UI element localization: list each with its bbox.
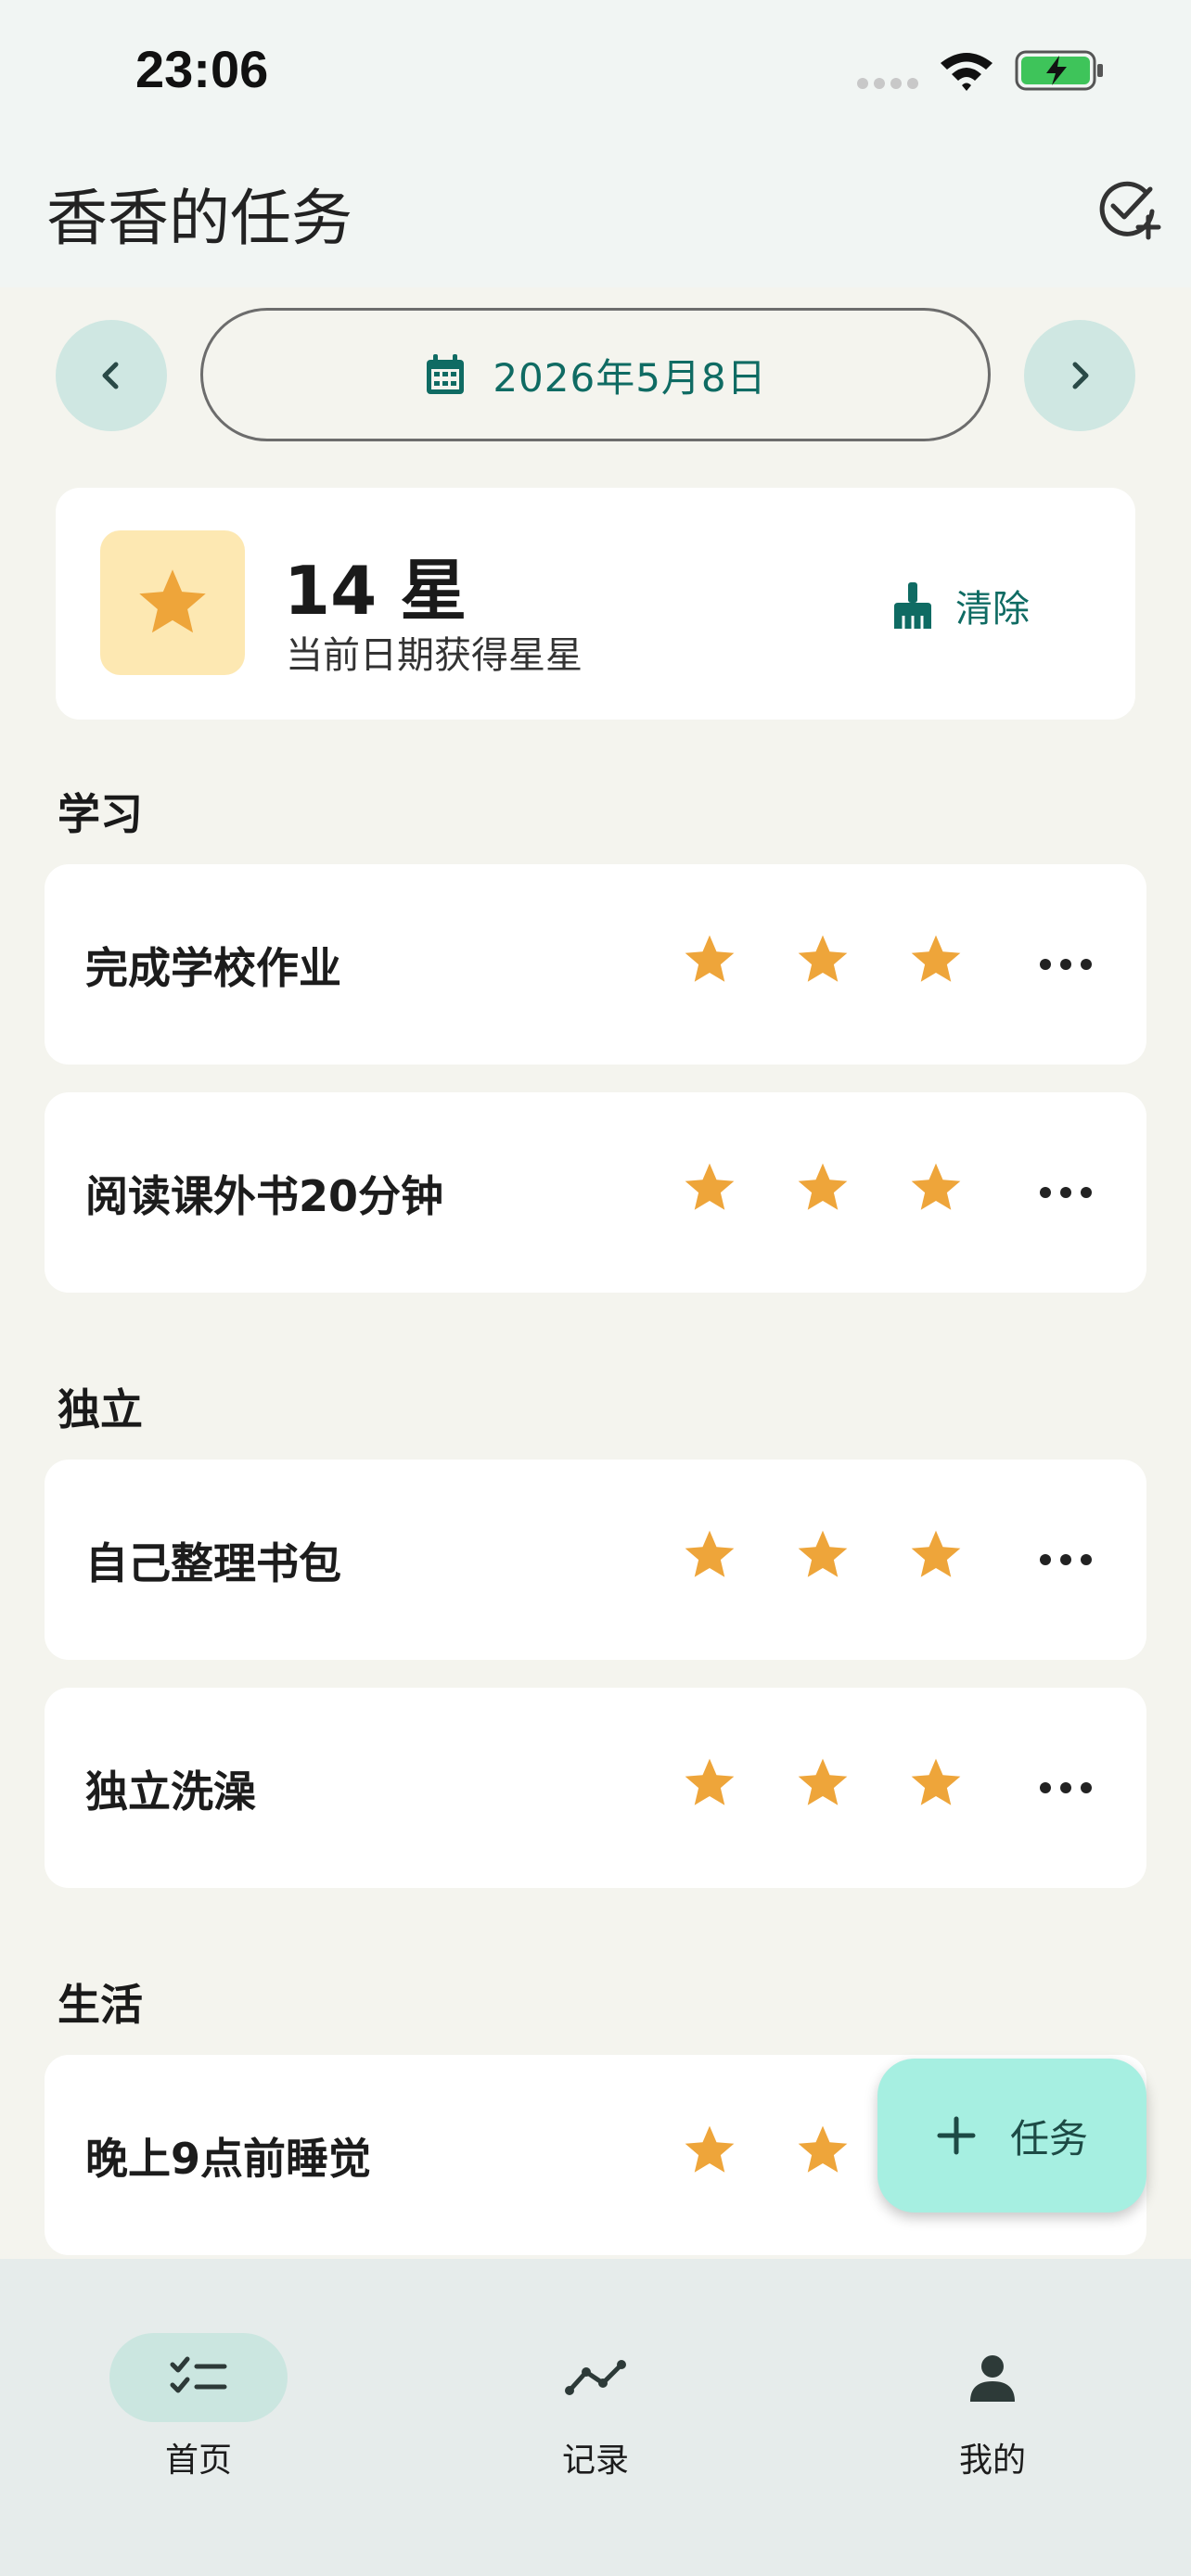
task-name: 晚上9点前睡觉 [85,2134,372,2184]
task-row[interactable]: 自己整理书包 [45,1460,1146,1660]
section-title-study: 学习 [58,789,143,839]
more-options-icon[interactable] [1033,1178,1098,1207]
chevron-right-icon [1072,362,1089,389]
add-task-icon[interactable] [1095,174,1161,241]
star-icon[interactable] [907,1159,965,1217]
star-icon[interactable] [794,1526,852,1584]
nav-item-records[interactable]: 记录 [456,2296,735,2480]
broom-icon [894,582,931,629]
clear-label: 清除 [955,588,1030,631]
wifi-icon [941,53,992,91]
star-icon[interactable] [794,1754,852,1812]
star-icon[interactable] [681,1754,738,1812]
star-icon[interactable] [907,1526,965,1584]
plus-icon [937,2116,976,2155]
more-options-icon[interactable] [1033,1773,1098,1803]
task-name: 独立洗澡 [85,1766,256,1817]
nav-icon-wrap [903,2333,1082,2422]
task-list-icon [170,2356,227,2393]
task-name: 阅读课外书20分钟 [85,1171,444,1221]
task-star-rating[interactable] [681,1754,965,1812]
section-title-life: 生活 [58,1980,143,2030]
task-star-rating[interactable] [681,1159,965,1217]
person-icon [970,2355,1015,2402]
more-options-icon[interactable] [1033,1545,1098,1575]
status-time: 23:06 [135,40,269,98]
chevron-left-icon [102,362,119,389]
nav-label: 记录 [561,2442,629,2480]
star-icon [139,569,206,633]
nav-item-home[interactable]: 首页 [59,2296,338,2480]
bottom-navigation: 首页 记录 我的 [0,2259,1191,2576]
line-chart-icon [565,2360,626,2395]
star-summary-card: 14 星 当前日期获得星星 清除 [56,488,1135,720]
star-icon[interactable] [681,1526,738,1584]
nav-label: 首页 [164,2442,232,2480]
date-picker[interactable]: 2026年5月8日 [200,308,991,441]
task-name: 自己整理书包 [85,1538,341,1588]
task-row[interactable]: 独立洗澡 [45,1688,1146,1888]
nav-active-indicator [109,2333,288,2422]
task-row[interactable]: 阅读课外书20分钟 [45,1092,1146,1293]
nav-item-profile[interactable]: 我的 [853,2296,1132,2480]
star-icon[interactable] [794,1159,852,1217]
task-star-rating[interactable] [681,1526,965,1584]
star-icon[interactable] [681,2122,738,2179]
star-icon[interactable] [794,931,852,988]
next-day-button[interactable] [1024,320,1135,431]
task-row[interactable]: 完成学校作业 [45,864,1146,1065]
nav-icon-wrap [506,2333,685,2422]
top-bar: 23:06 香香的任务 [0,0,1191,287]
cellular-signal-icon [857,78,918,89]
battery-charging-icon [1015,50,1103,91]
star-total: 14 星 [284,552,467,630]
page-title: 香香的任务 [46,183,352,254]
star-icon[interactable] [681,931,738,988]
task-star-rating[interactable] [681,931,965,988]
previous-day-button[interactable] [56,320,167,431]
task-name: 完成学校作业 [85,943,341,993]
fab-label: 任务 [1009,2115,1088,2162]
section-title-independence: 独立 [58,1384,143,1435]
add-task-fab[interactable]: 任务 [877,2059,1146,2213]
calendar-icon [427,354,465,394]
current-date: 2026年5月8日 [493,354,767,401]
star-icon[interactable] [681,1159,738,1217]
star-badge [100,530,245,675]
nav-label: 我的 [958,2442,1026,2480]
clear-button[interactable]: 清除 [890,571,1030,640]
star-icon[interactable] [794,2122,852,2179]
star-icon[interactable] [907,931,965,988]
star-icon[interactable] [907,1754,965,1812]
star-total-caption: 当前日期获得星星 [286,634,583,677]
more-options-icon[interactable] [1033,950,1098,979]
